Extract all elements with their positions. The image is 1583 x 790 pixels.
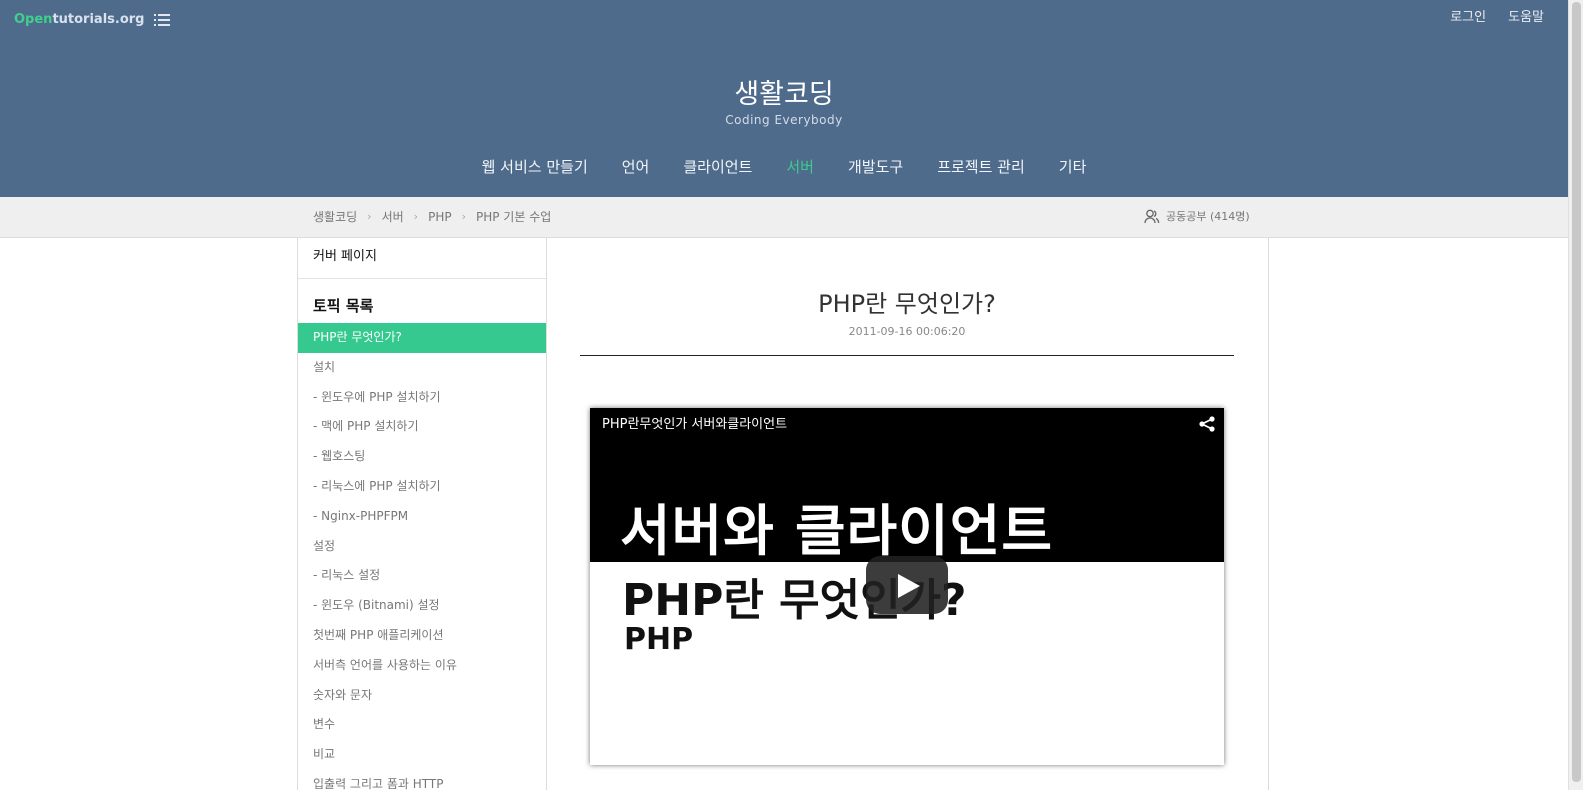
toc-title: 토픽 목록 [313, 297, 374, 315]
nav-item-server[interactable]: 서버 [786, 156, 814, 177]
users-icon [1144, 209, 1160, 223]
toc-item-windows-bitnami-settings[interactable]: - 윈도우 (Bitnami) 설정 [298, 591, 546, 621]
site-logo[interactable]: Opentutorials.org [14, 12, 144, 27]
site-title[interactable]: 생활코딩 [0, 72, 1568, 111]
page-date: 2011-09-16 00:06:20 [848, 325, 966, 338]
video-thumbnail-tag: PHP [624, 622, 694, 657]
nav-item-etc[interactable]: 기타 [1059, 156, 1087, 177]
nav-item-project-management[interactable]: 프로젝트 관리 [937, 156, 1025, 177]
nav-item-language[interactable]: 언어 [622, 156, 650, 177]
breadcrumb-bar: 생활코딩 › 서버 › PHP › PHP 기본 수업 공동공부 (414명) [0, 197, 1568, 238]
share-icon[interactable] [1198, 416, 1216, 432]
play-icon[interactable] [866, 556, 948, 614]
toc-item-variables[interactable]: 변수 [298, 710, 546, 740]
title-divider [580, 355, 1234, 356]
logo-rest-text: tutorials.org [52, 12, 145, 27]
toc-item-install-linux[interactable]: - 리눅스에 PHP 설치하기 [298, 472, 546, 502]
toc-item-settings[interactable]: 설정 [298, 532, 546, 562]
toc-item-first-php-app[interactable]: 첫번째 PHP 애플리케이션 [298, 621, 546, 651]
site-header: Opentutorials.org 로그인 도움말 생활코딩 Coding Ev… [0, 0, 1568, 197]
main-content: PHP란 무엇인가? 2011-09-16 00:06:20 PHP란무엇인가 … [546, 238, 1269, 790]
toc-item-comparison[interactable]: 비교 [298, 740, 546, 770]
breadcrumb-item-php[interactable]: PHP [428, 210, 452, 224]
scrollbar-thumb[interactable] [1572, 2, 1581, 782]
page-title: PHP란 무엇인가? [818, 290, 996, 318]
toc-item-linux-settings[interactable]: - 리눅스 설정 [298, 561, 546, 591]
toc-item-numbers-and-strings[interactable]: 숫자와 문자 [298, 681, 546, 711]
logo-open-text: Open [14, 12, 53, 27]
main-nav: 웹 서비스 만들기 언어 클라이언트 서버 개발도구 프로젝트 관리 기타 [0, 156, 1568, 177]
chevron-right-icon: › [413, 210, 419, 223]
breadcrumb-item-php-basic[interactable]: PHP 기본 수업 [476, 208, 551, 225]
video-title[interactable]: PHP란무엇인가 서버와클라이언트 [602, 413, 787, 432]
site-subtitle: Coding Everybody [725, 113, 843, 127]
video-player[interactable]: PHP란무엇인가 서버와클라이언트 서버와 클라이언트 PHP란 무엇인가? P… [590, 408, 1224, 765]
breadcrumb: 생활코딩 › 서버 › PHP › PHP 기본 수업 [313, 208, 551, 225]
help-link[interactable]: 도움말 [1508, 6, 1544, 25]
toc-item-install[interactable]: 설치 [298, 353, 546, 383]
study-group-link[interactable]: 공동공부 (414명) [1144, 208, 1250, 224]
toc-item-webhosting[interactable]: - 웹호스팅 [298, 442, 546, 472]
toc-item-what-is-php[interactable]: PHP란 무엇인가? [298, 323, 546, 353]
sidebar: 커버 페이지 토픽 목록 PHP란 무엇인가? 설치 - 윈도우에 PHP 설치… [297, 238, 547, 790]
login-link[interactable]: 로그인 [1450, 6, 1486, 25]
chevron-right-icon: › [367, 210, 372, 223]
breadcrumb-item-server[interactable]: 서버 [382, 208, 404, 225]
study-group-label: 공동공부 (414명) [1166, 210, 1250, 223]
page-scrollbar[interactable] [1568, 0, 1583, 790]
nav-item-client[interactable]: 클라이언트 [683, 156, 752, 177]
toc-item-nginx-phpfpm[interactable]: - Nginx-PHPFPM [298, 502, 546, 532]
top-links: 로그인 도움말 [1450, 6, 1544, 25]
toc-item-install-mac[interactable]: - 맥에 PHP 설치하기 [298, 412, 546, 442]
nav-item-web-service[interactable]: 웹 서비스 만들기 [482, 156, 588, 177]
toc-item-io-form-http[interactable]: 입출력 그리고 폼과 HTTP [298, 770, 546, 790]
nav-item-dev-tools[interactable]: 개발도구 [848, 156, 903, 177]
chevron-right-icon: › [461, 210, 466, 223]
menu-icon[interactable] [154, 13, 170, 27]
breadcrumb-item-home[interactable]: 생활코딩 [313, 208, 357, 225]
toc-item-install-windows[interactable]: - 윈도우에 PHP 설치하기 [298, 383, 546, 413]
video-thumbnail-heading: 서버와 클라이언트 [620, 499, 1053, 563]
toc-item-why-server-language[interactable]: 서버측 언어를 사용하는 이유 [298, 651, 546, 681]
cover-page-link[interactable]: 커버 페이지 [298, 238, 546, 279]
